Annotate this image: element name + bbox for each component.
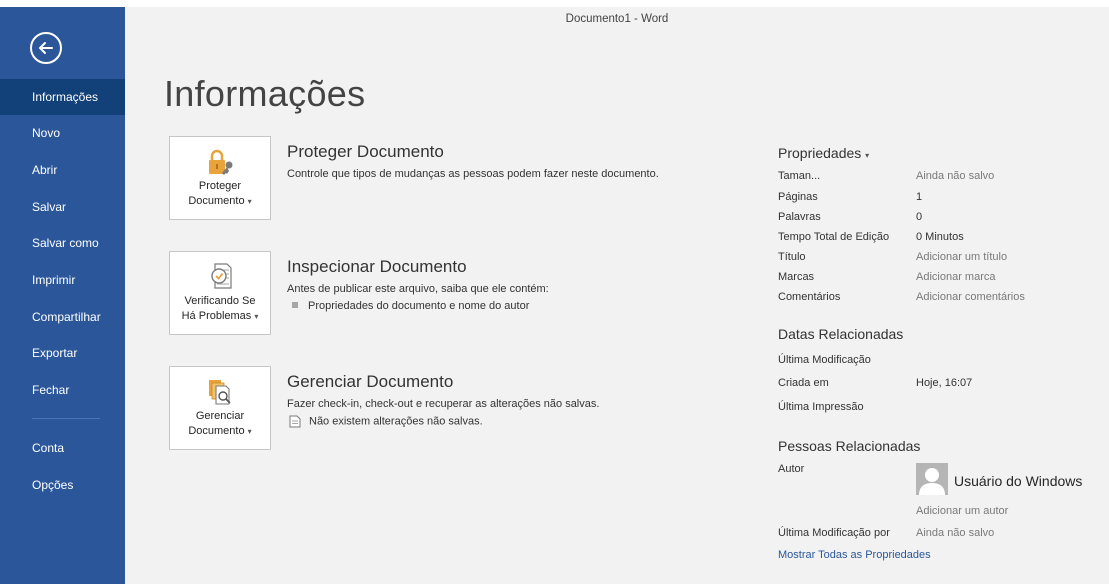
nav-compartilhar[interactable]: Compartilhar (0, 299, 125, 335)
nav-informacoes[interactable]: Informações (0, 79, 125, 115)
related-dates-heading: Datas Relacionadas (778, 326, 904, 342)
user-silhouette-icon (919, 468, 945, 495)
manage-button-label: Gerenciar Documento ▾ (170, 409, 270, 439)
chevron-down-icon: ▾ (247, 427, 252, 436)
inspect-description: Antes de publicar este arquivo, saiba qu… (287, 283, 549, 295)
prop-value-size: Ainda não salvo (916, 170, 995, 182)
nav-salvar-como[interactable]: Salvar como (0, 225, 125, 261)
date-value-created: Hoje, 16:07 (916, 377, 973, 389)
prop-value-pages: 1 (916, 191, 923, 203)
inspect-bullet: Propriedades do documento e nome do auto… (292, 300, 529, 312)
prop-label-title: Título (778, 251, 806, 263)
lock-key-icon (209, 149, 233, 175)
inspect-document-icon (211, 263, 232, 289)
inspect-button-label: Verificando Se Há Problemas ▾ (170, 294, 270, 324)
add-title-field[interactable]: Adicionar um título (916, 251, 1007, 263)
inspect-heading: Inspecionar Documento (287, 257, 467, 276)
manage-button-line1: Gerenciar (195, 410, 245, 422)
prop-value-edit-time: 0 Minutos (916, 231, 964, 243)
protect-button-label: Proteger Documento ▾ (170, 179, 270, 209)
prop-value-words: 0 (916, 211, 923, 223)
last-modified-by-value: Ainda não salvo (916, 527, 995, 539)
avatar[interactable] (916, 463, 948, 495)
prop-label-tags: Marcas (778, 271, 815, 283)
manage-button-line2: Documento (188, 425, 245, 437)
add-author-field[interactable]: Adicionar um autor (916, 505, 1008, 517)
prop-label-size: Taman... (778, 170, 821, 182)
back-arrow-icon (39, 42, 53, 54)
manage-document-button[interactable]: Gerenciar Documento ▾ (169, 366, 271, 450)
back-button[interactable] (30, 32, 62, 64)
chevron-down-icon: ▾ (865, 151, 870, 160)
nav-divider (32, 418, 100, 419)
chevron-down-icon: ▾ (247, 197, 252, 206)
nav-exportar[interactable]: Exportar (0, 335, 125, 371)
page-title: Informações (164, 73, 366, 114)
protect-heading: Proteger Documento (287, 142, 444, 161)
manage-heading: Gerenciar Documento (287, 372, 454, 391)
properties-heading[interactable]: Propriedades ▾ (778, 145, 869, 161)
backstage-view: Informações Novo Abrir Salvar Salvar com… (0, 0, 1109, 584)
chevron-down-icon: ▾ (254, 312, 259, 321)
author-name: Usuário do Windows (954, 473, 1083, 489)
nav-novo[interactable]: Novo (0, 115, 125, 151)
nav-opcoes[interactable]: Opções (0, 467, 125, 503)
nav-conta[interactable]: Conta (0, 430, 125, 466)
date-label-last-modified: Última Modificação (778, 354, 871, 366)
check-for-issues-button[interactable]: Verificando Se Há Problemas ▾ (169, 251, 271, 335)
bullet-square-icon (292, 302, 298, 309)
protect-button-line2: Documento (188, 195, 245, 207)
protect-description: Controle que tipos de mudanças as pessoa… (287, 168, 659, 180)
prop-label-comments: Comentários (778, 291, 841, 303)
nav-fechar[interactable]: Fechar (0, 372, 125, 408)
show-all-properties-link[interactable]: Mostrar Todas as Propriedades (778, 549, 931, 561)
window-title: Documento1 - Word (565, 13, 669, 25)
top-strip (0, 0, 1109, 7)
prop-label-edit-time: Tempo Total de Edição (778, 231, 890, 243)
date-label-created: Criada em (778, 377, 829, 389)
manage-bullet-text: Não existem alterações não salvas. (309, 415, 483, 428)
inspect-button-line1: Verificando Se (184, 295, 256, 307)
backstage-sidebar: Informações Novo Abrir Salvar Salvar com… (0, 7, 125, 584)
nav-salvar[interactable]: Salvar (0, 189, 125, 225)
properties-heading-text: Propriedades (778, 145, 862, 161)
inspect-button-line2: Há Problemas (181, 310, 252, 322)
protect-document-button[interactable]: Proteger Documento ▾ (169, 136, 271, 220)
add-tag-field[interactable]: Adicionar marca (916, 271, 995, 283)
add-comments-field[interactable]: Adicionar comentários (916, 291, 1025, 303)
nav-imprimir[interactable]: Imprimir (0, 262, 125, 298)
prop-label-pages: Páginas (778, 191, 818, 203)
related-people-heading: Pessoas Relacionadas (778, 438, 921, 454)
nav-abrir[interactable]: Abrir (0, 152, 125, 188)
manage-description: Fazer check-in, check-out e recuperar as… (287, 398, 600, 410)
protect-button-line1: Proteger (198, 180, 242, 192)
manage-document-icon (209, 380, 231, 405)
document-icon (289, 415, 301, 428)
prop-label-words: Palavras (778, 211, 821, 223)
last-modified-by-label: Última Modificação por (778, 527, 890, 539)
manage-bullet: Não existem alterações não salvas. (289, 415, 483, 428)
author-label: Autor (778, 463, 805, 475)
date-label-last-printed: Última Impressão (778, 401, 864, 413)
inspect-bullet-text: Propriedades do documento e nome do auto… (308, 300, 530, 312)
